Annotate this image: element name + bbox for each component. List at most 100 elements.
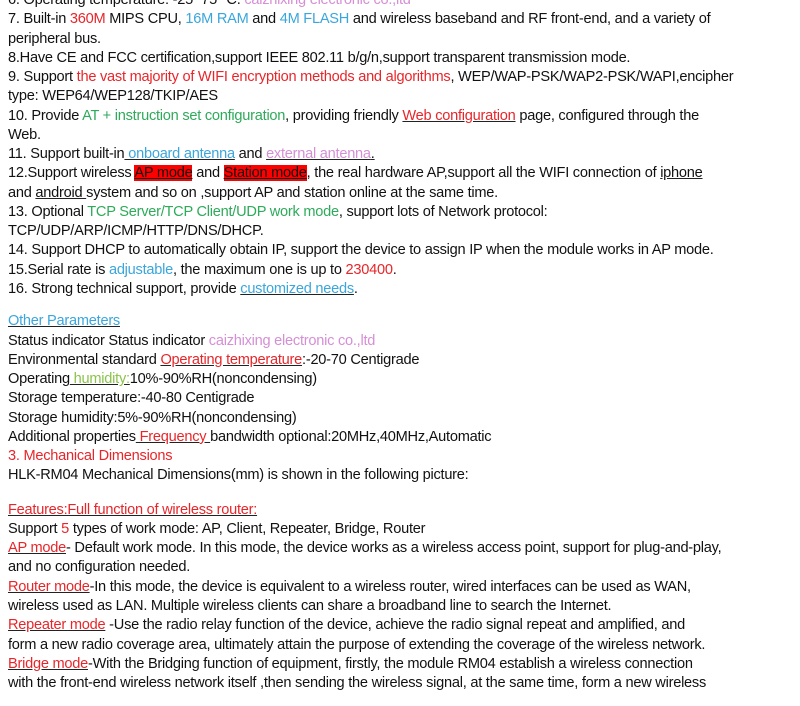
- underlined-link-text[interactable]: Repeater mode: [8, 617, 106, 633]
- text-segment: and no configuration needed.: [8, 559, 191, 576]
- underlined-link-text[interactable]: customized needs: [240, 281, 354, 297]
- text-segment: with the front-end wireless network itse…: [8, 675, 707, 692]
- text-segment: Additional properties: [8, 428, 136, 445]
- text-segment: , support lots of Network protocol:: [338, 203, 548, 220]
- text-segment: 6. Operating temperature: -25~75 °C.: [8, 0, 245, 8]
- text-segment: form a new radio coverage area, ultimate…: [8, 636, 706, 653]
- text-segment: -With the Bridging function of equipment…: [88, 655, 693, 672]
- highlighted-text: 16M RAM: [185, 11, 249, 28]
- text-segment: system and so on ,support AP and station…: [86, 184, 498, 201]
- text-line: Bridge mode-With the Bridging function o…: [8, 655, 800, 674]
- text-line: AP mode- Default work mode. In this mode…: [8, 539, 800, 558]
- text-segment: and: [8, 184, 36, 201]
- text-line: 7. Built-in 360M MIPS CPU, 16M RAM and 4…: [8, 10, 800, 29]
- text-line: 6. Operating temperature: -25~75 °C. cai…: [8, 0, 800, 10]
- text-line: with the front-end wireless network itse…: [8, 674, 800, 693]
- text-segment: 16. Strong technical support, provide: [8, 280, 241, 297]
- document-section: Features:Full function of wireless route…: [8, 501, 800, 694]
- underlined-link-text[interactable]: Other Parameters: [8, 313, 120, 329]
- text-line: Support 5 types of work mode: AP, Client…: [8, 520, 800, 539]
- highlighted-text: AP mode: [134, 165, 193, 182]
- text-segment: type: WEP64/WEP128/TKIP/AES: [8, 88, 218, 105]
- text-segment: -Use the radio relay function of the dev…: [105, 617, 685, 634]
- highlighted-text: caizhixing electronic co.,ltd: [244, 0, 411, 8]
- text-line: 8.Have CE and FCC certification,support …: [8, 49, 800, 68]
- text-line: 11. Support built-in onboard antenna and…: [8, 145, 800, 164]
- highlighted-text: 4M FLASH: [279, 11, 350, 28]
- underlined-link-text[interactable]: AP mode: [8, 540, 66, 556]
- text-segment: and: [248, 11, 280, 28]
- text-segment: , the real hardware AP,support all the W…: [306, 165, 661, 182]
- text-segment: MIPS CPU,: [105, 11, 186, 28]
- text-segment: 12.Support wireless: [8, 165, 135, 182]
- document-section: Other Parameters Status indicator Status …: [8, 312, 800, 485]
- text-line: Operating humidity:10%-90%RH(noncondensi…: [8, 370, 800, 389]
- text-line: peripheral bus.: [8, 30, 800, 49]
- text-segment: , the maximum one is up to: [173, 261, 346, 278]
- text-segment: and: [192, 165, 224, 182]
- text-segment: and wireless baseband and RF front-end, …: [349, 11, 711, 28]
- underlined-link-text[interactable]: Bridge mode: [8, 656, 88, 672]
- text-segment: 15.Serial rate is: [8, 261, 109, 278]
- text-line: Router mode-In this mode, the device is …: [8, 578, 800, 597]
- text-segment: .: [353, 280, 358, 297]
- highlighted-text: the vast majority of WIFI encryption met…: [76, 69, 451, 86]
- text-line: form a new radio coverage area, ultimate…: [8, 636, 800, 655]
- underlined-link-text[interactable]: Operating temperature: [160, 352, 302, 368]
- highlighted-text: Station mode: [223, 165, 307, 182]
- highlighted-text: caizhixing electronic co.,ltd: [208, 332, 376, 349]
- text-line: 9. Support the vast majority of WIFI enc…: [8, 68, 800, 87]
- text-segment: types of work mode: AP, Client, Repeater…: [69, 520, 426, 537]
- highlighted-text: 360M: [69, 11, 106, 28]
- text-segment: 10. Provide: [8, 107, 83, 124]
- text-line: 14. Support DHCP to automatically obtain…: [8, 241, 800, 260]
- text-segment: Storage humidity:5%-90%RH(noncondensing): [8, 409, 297, 426]
- text-segment: wireless used as LAN. Multiple wireless …: [8, 597, 612, 614]
- text-line: type: WEP64/WEP128/TKIP/AES: [8, 87, 800, 106]
- text-segment: Operating: [8, 371, 70, 388]
- highlighted-text: 230400: [345, 261, 393, 278]
- highlighted-text: TCP Server/TCP Client/UDP work mode: [87, 203, 339, 220]
- text-segment: Status indicator Status indicator: [8, 332, 209, 349]
- text-line: wireless used as LAN. Multiple wireless …: [8, 597, 800, 616]
- underlined-link-text[interactable]: android: [35, 185, 86, 201]
- underlined-link-text[interactable]: onboard antenna: [124, 146, 235, 162]
- text-segment: - Default work mode. In this mode, the d…: [66, 540, 722, 557]
- highlighted-text: adjustable: [108, 261, 173, 278]
- text-segment: .: [392, 261, 397, 278]
- text-line: 15.Serial rate is adjustable, the maximu…: [8, 261, 800, 280]
- text-segment: page, configured through the: [515, 107, 699, 124]
- text-line: Storage humidity:5%-90%RH(noncondensing): [8, 409, 800, 428]
- text-segment: Web.: [8, 126, 41, 143]
- text-segment: peripheral bus.: [8, 30, 101, 47]
- highlighted-text: 5: [61, 520, 70, 537]
- text-line: Features:Full function of wireless route…: [8, 501, 800, 520]
- text-segment: Support: [8, 520, 62, 537]
- underlined-link-text[interactable]: .: [371, 146, 375, 162]
- underlined-link-text[interactable]: external antenna: [266, 146, 371, 162]
- text-line: Status indicator Status indicator caizhi…: [8, 332, 800, 351]
- underlined-link-text[interactable]: Frequency: [136, 429, 210, 445]
- underlined-link-text[interactable]: Features:Full function of wireless route…: [8, 502, 257, 518]
- text-segment: :-20-70 Centigrade: [302, 351, 420, 368]
- text-segment: Environmental standard: [8, 351, 161, 368]
- underlined-link-text[interactable]: Web configuration: [402, 108, 515, 124]
- text-segment: bandwidth optional:20MHz,40MHz,Automatic: [210, 428, 492, 445]
- text-line: TCP/UDP/ARP/ICMP/HTTP/DNS/DHCP.: [8, 222, 800, 241]
- highlighted-text: 3. Mechanical Dimensions: [8, 448, 173, 465]
- text-line: 12.Support wireless AP mode and Station …: [8, 164, 800, 183]
- underlined-link-text[interactable]: humidity:: [70, 371, 130, 387]
- text-line: and no configuration needed.: [8, 558, 800, 577]
- text-line: and android system and so on ,support AP…: [8, 184, 800, 203]
- text-segment: and: [234, 146, 267, 163]
- product-description-document: 6. Operating temperature: -25~75 °C. cai…: [8, 0, 800, 706]
- underlined-link-text[interactable]: Router mode: [8, 579, 90, 595]
- text-segment: Storage temperature:-40-80 Centigrade: [8, 390, 255, 407]
- underlined-link-text[interactable]: iphone: [660, 165, 703, 181]
- text-segment: 11. Support built-in: [8, 146, 125, 163]
- text-line: Web.: [8, 126, 800, 145]
- text-line: Additional properties Frequency bandwidt…: [8, 428, 800, 447]
- text-segment: TCP/UDP/ARP/ICMP/HTTP/DNS/DHCP.: [8, 223, 264, 240]
- text-segment: 7. Built-in: [8, 11, 70, 28]
- text-line: 13. Optional TCP Server/TCP Client/UDP w…: [8, 203, 800, 222]
